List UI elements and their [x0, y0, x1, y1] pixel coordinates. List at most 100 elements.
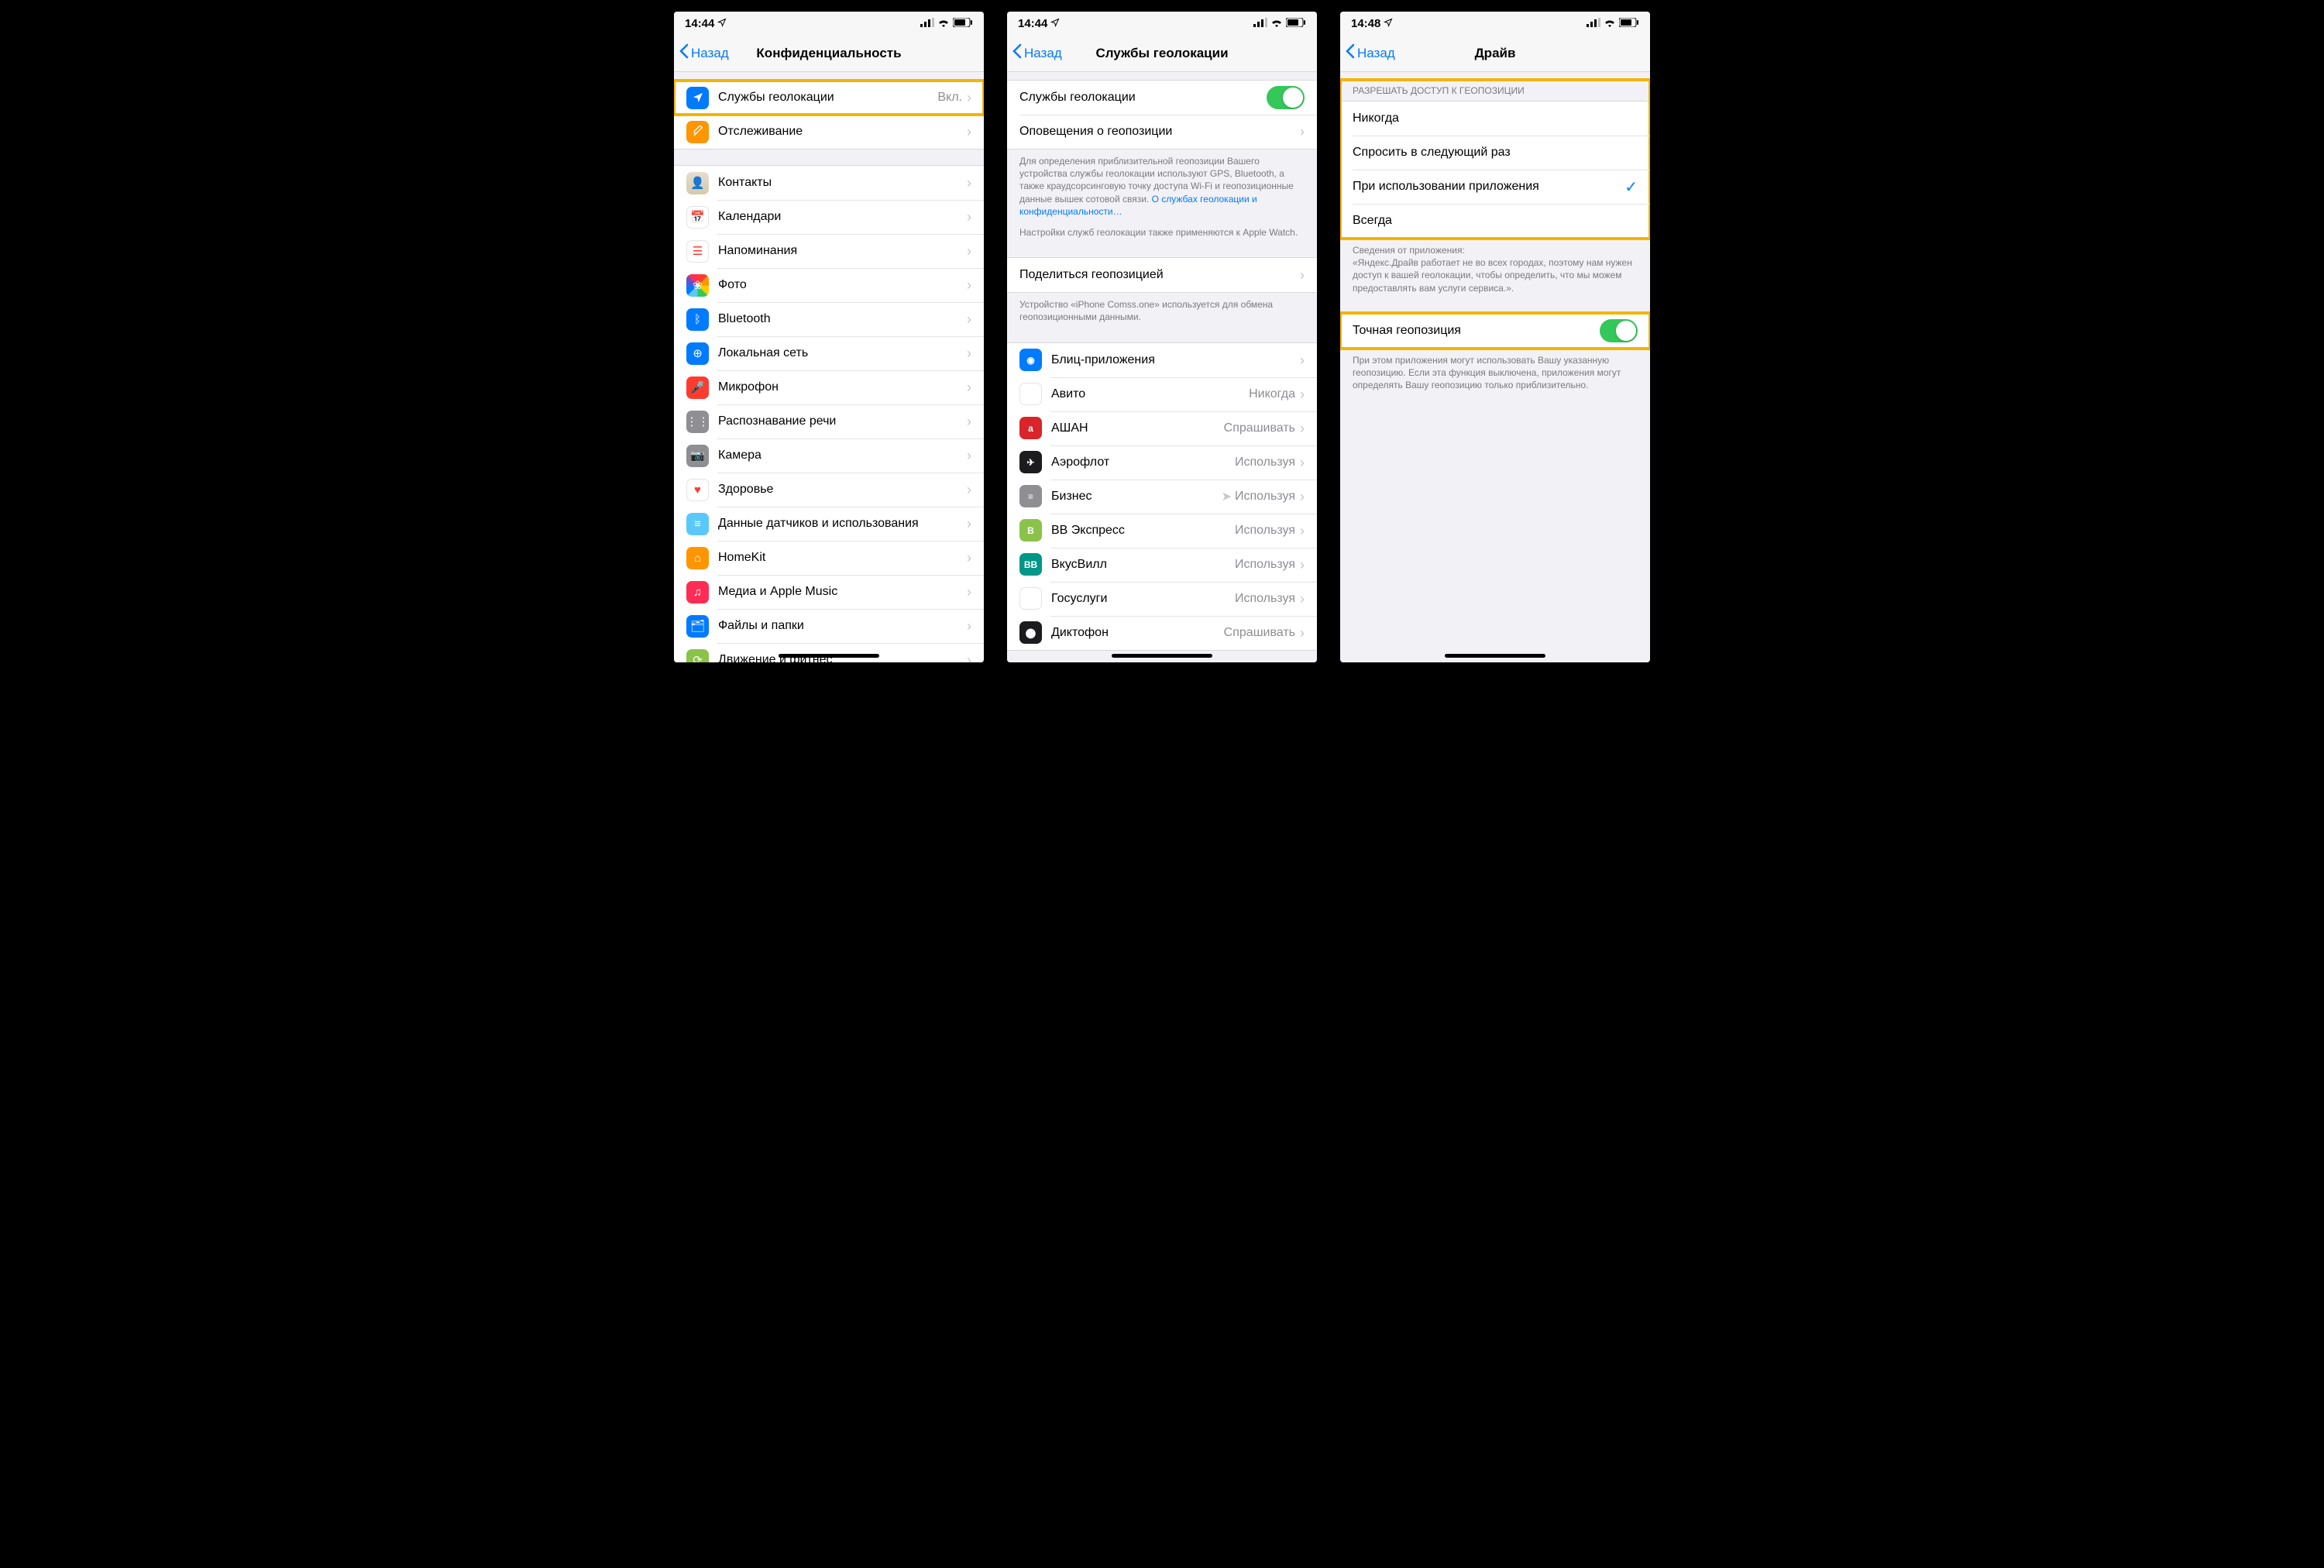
app-icon: ❀ — [686, 274, 709, 297]
chevron-right-icon: › — [1300, 353, 1305, 367]
cell-label: Локальная сеть — [718, 346, 967, 360]
home-indicator[interactable] — [1112, 654, 1212, 658]
cell-value: ➤Используя — [1222, 489, 1295, 504]
row-app-0[interactable]: ◉Блиц-приложения› — [1007, 343, 1317, 377]
chevron-right-icon: › — [1300, 524, 1305, 538]
cell-value: Используя — [1235, 456, 1295, 469]
row-location-services[interactable]: Службы геолокации Вкл. › — [674, 81, 984, 115]
home-indicator[interactable] — [779, 654, 879, 658]
row-app-7[interactable]: гГосуслугиИспользуя› — [1007, 582, 1317, 616]
switch-location[interactable] — [1267, 86, 1305, 109]
row-файлы-и-папки[interactable]: 🗂Файлы и папки› — [674, 609, 984, 643]
row-контакты[interactable]: 👤Контакты› — [674, 166, 984, 200]
chevron-right-icon: › — [967, 380, 971, 394]
row-фото[interactable]: ❀Фото› — [674, 268, 984, 302]
option-3[interactable]: Всегда — [1340, 204, 1650, 238]
row-location-alerts[interactable]: Оповещения о геопозиции › — [1007, 115, 1317, 149]
switch-precise[interactable] — [1600, 319, 1638, 342]
cell-label: При использовании приложения — [1353, 180, 1624, 194]
cell-label: Bluetooth — [718, 312, 967, 326]
cell-value: Используя — [1235, 558, 1295, 572]
chevron-right-icon: › — [1300, 558, 1305, 572]
row-app-8[interactable]: ⬤ДиктофонСпрашивать› — [1007, 616, 1317, 650]
row-app-6[interactable]: BBВкусВиллИспользуя› — [1007, 548, 1317, 582]
status-bar: 14:48 — [1340, 12, 1650, 35]
screen-app-permission: 14:48 Назад Драйв Разрешать — [1340, 12, 1650, 662]
battery-icon — [1619, 17, 1639, 30]
back-button[interactable]: Назад — [1007, 43, 1062, 63]
row-данные-датчиков-и-использования[interactable]: ≡Данные датчиков и использования› — [674, 507, 984, 541]
chevron-right-icon: › — [1300, 387, 1305, 401]
row-камера[interactable]: 📷Камера› — [674, 438, 984, 473]
option-0[interactable]: Никогда — [1340, 101, 1650, 136]
group-footer: При этом приложения могут использовать В… — [1340, 349, 1650, 395]
cell-label: Здоровье — [718, 483, 967, 497]
option-1[interactable]: Спросить в следующий раз — [1340, 136, 1650, 170]
chevron-right-icon: › — [967, 278, 971, 292]
status-time: 14:48 — [1351, 17, 1380, 30]
status-bar: 14:44 — [674, 12, 984, 35]
home-indicator[interactable] — [1445, 654, 1545, 658]
row-распознавание-речи[interactable]: ⋮⋮Распознавание речи› — [674, 404, 984, 438]
row-здоровье[interactable]: ♥Здоровье› — [674, 473, 984, 507]
row-homekit[interactable]: ⌂HomeKit› — [674, 541, 984, 575]
back-button[interactable]: Назад — [1340, 43, 1395, 63]
signal-icon — [1587, 17, 1600, 30]
cell-label: HomeKit — [718, 551, 967, 565]
app-icon: B — [1019, 519, 1042, 542]
group-header: Разрешать доступ к геопозиции — [1340, 81, 1650, 101]
row-движение-и-фитнес[interactable]: ⟳Движение и фитнес› — [674, 643, 984, 662]
row-tracking[interactable]: Отслеживание › — [674, 115, 984, 149]
app-icon: ⬤ — [1019, 621, 1042, 644]
row-app-2[interactable]: аАШАНСпрашивать› — [1007, 411, 1317, 445]
nav-bar: Назад Конфиденциальность — [674, 35, 984, 72]
nav-bar: Назад Службы геолокации — [1007, 35, 1317, 72]
row-app-5[interactable]: BВВ ЭкспрессИспользуя› — [1007, 514, 1317, 548]
cell-label: Точная геопозиция — [1353, 324, 1600, 338]
back-button[interactable]: Назад — [674, 43, 729, 63]
row-app-3[interactable]: ✈АэрофлотИспользуя› — [1007, 445, 1317, 480]
chevron-right-icon: › — [967, 346, 971, 360]
back-label: Назад — [1357, 46, 1395, 61]
cell-label: Камера — [718, 449, 967, 462]
row-медиа-и-apple-music[interactable]: ♫Медиа и Apple Music› — [674, 575, 984, 609]
group-footer: Устройство «iPhone Comss.one» использует… — [1007, 293, 1317, 326]
row-share-location[interactable]: Поделиться геопозицией › — [1007, 258, 1317, 292]
group-footer: Сведения от приложения: «Яндекс.Драйв ра… — [1340, 239, 1650, 297]
cell-value: Спрашивать — [1224, 626, 1295, 640]
row-напоминания[interactable]: ☰Напоминания› — [674, 234, 984, 268]
chevron-right-icon: › — [967, 449, 971, 462]
app-icon: ᛒ — [686, 308, 709, 331]
recent-location-icon: ➤ — [1222, 489, 1232, 504]
row-локальная-сеть[interactable]: ⊕Локальная сеть› — [674, 336, 984, 370]
chevron-left-icon — [1012, 43, 1023, 63]
chevron-right-icon: › — [1300, 421, 1305, 435]
row-app-4[interactable]: ≡Бизнес➤Используя› — [1007, 480, 1317, 514]
app-icon: ◉ — [1019, 349, 1042, 371]
cell-label: Поделиться геопозицией — [1019, 268, 1300, 282]
group-footer: Настройки служб геолокации также применя… — [1007, 221, 1317, 242]
cell-value: Используя — [1235, 592, 1295, 606]
chevron-right-icon: › — [967, 653, 971, 662]
cell-label: Никогда — [1353, 112, 1638, 126]
cell-value: Никогда — [1249, 387, 1295, 401]
option-2[interactable]: При использовании приложения✓ — [1340, 170, 1650, 204]
row-app-1[interactable]: ⋮⋮АвитоНикогда› — [1007, 377, 1317, 411]
row-календари[interactable]: 📅Календари› — [674, 200, 984, 234]
nav-title: Службы геолокации — [1095, 46, 1228, 61]
app-icon: а — [1019, 417, 1042, 439]
row-микрофон[interactable]: 🎤Микрофон› — [674, 370, 984, 404]
chevron-right-icon: › — [967, 176, 971, 190]
back-label: Назад — [691, 46, 729, 61]
chevron-right-icon: › — [967, 619, 971, 633]
chevron-right-icon: › — [1300, 626, 1305, 640]
row-precise-location[interactable]: Точная геопозиция — [1340, 314, 1650, 348]
chevron-right-icon: › — [967, 551, 971, 565]
chevron-right-icon: › — [1300, 490, 1305, 504]
location-arrow-icon — [1384, 17, 1393, 30]
cell-value: Вкл. — [937, 91, 962, 105]
wifi-icon — [1604, 17, 1616, 30]
row-bluetooth[interactable]: ᛒBluetooth› — [674, 302, 984, 336]
cell-label: Аэрофлот — [1051, 456, 1235, 469]
row-location-toggle[interactable]: Службы геолокации — [1007, 81, 1317, 115]
